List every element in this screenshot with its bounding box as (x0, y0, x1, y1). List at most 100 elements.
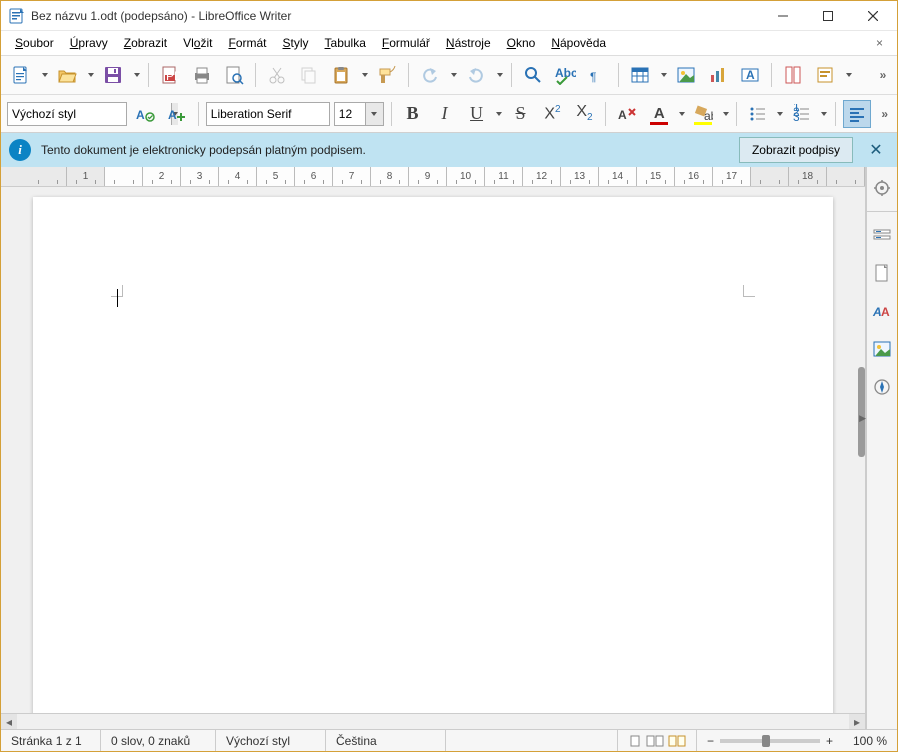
export-pdf-button[interactable]: PDF (156, 61, 184, 89)
print-button[interactable] (188, 61, 216, 89)
doc-close-icon[interactable]: × (868, 33, 891, 53)
close-button[interactable] (850, 1, 895, 30)
spellcheck-button[interactable]: Abc (551, 61, 579, 89)
menu-nápověda[interactable]: Nápověda (543, 33, 614, 53)
zoom-knob[interactable] (762, 735, 770, 747)
update-style-button[interactable]: A (131, 100, 159, 128)
insert-field-dropdown[interactable] (844, 73, 853, 77)
vertical-scrollbar[interactable]: ▶ (865, 167, 866, 729)
status-page[interactable]: Stránka 1 z 1 (1, 730, 101, 751)
sidebar-styles-icon[interactable]: AA (867, 296, 897, 326)
sidebar-gallery-icon[interactable] (867, 334, 897, 364)
view-book-icon[interactable] (668, 734, 686, 748)
font-size-dropdown[interactable] (365, 103, 383, 125)
insert-field-button[interactable] (811, 61, 839, 89)
bullet-list-dropdown[interactable] (777, 112, 784, 116)
save-button[interactable] (99, 61, 127, 89)
sidebar-collapse-icon[interactable]: ▶ (859, 413, 866, 424)
italic-button[interactable]: I (431, 100, 459, 128)
undo-dropdown[interactable] (449, 73, 458, 77)
status-language[interactable]: Čeština (326, 730, 446, 751)
print-preview-button[interactable] (220, 61, 248, 89)
formatting-marks-button[interactable]: ¶ (583, 61, 611, 89)
menu-formát[interactable]: Formát (220, 33, 274, 53)
zoom-value[interactable]: 100 % (853, 734, 887, 748)
menu-okno[interactable]: Okno (499, 33, 544, 53)
menu-tabulka[interactable]: Tabulka (317, 33, 374, 53)
insert-chart-button[interactable] (704, 61, 732, 89)
open-button[interactable] (53, 61, 81, 89)
cut-button[interactable] (263, 61, 291, 89)
menu-styly[interactable]: Styly (275, 33, 317, 53)
menu-soubor[interactable]: Soubor (7, 33, 62, 53)
number-list-button[interactable]: 123 (788, 100, 816, 128)
paragraph-style-combo[interactable] (7, 102, 127, 126)
menu-úpravy[interactable]: Úpravy (62, 33, 116, 53)
paste-dropdown[interactable] (360, 73, 369, 77)
minimize-button[interactable] (760, 1, 805, 30)
view-single-icon[interactable] (628, 734, 642, 748)
find-button[interactable] (519, 61, 547, 89)
scroll-right-icon[interactable]: ▸ (849, 714, 865, 729)
insert-textbox-button[interactable]: A (736, 61, 764, 89)
paste-button[interactable] (327, 61, 355, 89)
menu-zobrazit[interactable]: Zobrazit (116, 33, 175, 53)
horizontal-ruler[interactable]: 123456789101112131415161718 (1, 167, 865, 187)
highlight-dropdown[interactable] (722, 112, 729, 116)
sidebar-settings-icon[interactable] (867, 173, 897, 203)
new-doc-button[interactable] (7, 61, 35, 89)
scroll-left-icon[interactable]: ◂ (1, 714, 17, 729)
clone-format-button[interactable] (373, 61, 401, 89)
menu-vložit[interactable]: Vložit (175, 33, 220, 53)
status-words[interactable]: 0 slov, 0 znaků (101, 730, 216, 751)
copy-button[interactable] (295, 61, 323, 89)
sidebar-navigator-icon[interactable] (867, 372, 897, 402)
infobar-close-icon[interactable]: ✕ (863, 137, 889, 163)
document-canvas[interactable] (1, 187, 865, 713)
open-dropdown[interactable] (86, 73, 95, 77)
new-style-button[interactable]: A (163, 100, 191, 128)
highlight-button[interactable]: ab (689, 100, 717, 128)
font-size-combo[interactable] (334, 102, 384, 126)
status-style[interactable]: Výchozí styl (216, 730, 326, 751)
underline-dropdown[interactable] (496, 112, 503, 116)
font-color-dropdown[interactable] (678, 112, 685, 116)
zoom-in-icon[interactable]: + (826, 734, 833, 748)
superscript-button[interactable]: X2 (538, 100, 566, 128)
save-dropdown[interactable] (132, 73, 141, 77)
sidebar-page-icon[interactable] (867, 258, 897, 288)
font-name-combo[interactable] (206, 102, 330, 126)
underline-button[interactable]: U (463, 100, 491, 128)
page[interactable] (33, 197, 833, 713)
align-left-button[interactable] (843, 100, 871, 128)
menu-nástroje[interactable]: Nástroje (438, 33, 499, 53)
maximize-button[interactable] (805, 1, 850, 30)
bold-button[interactable]: B (399, 100, 427, 128)
redo-button[interactable] (462, 61, 490, 89)
show-signatures-button[interactable]: Zobrazit podpisy (739, 137, 853, 163)
bullet-list-button[interactable] (744, 100, 772, 128)
toolbar2-overflow-icon[interactable]: » (879, 107, 891, 121)
insert-table-dropdown[interactable] (659, 73, 668, 77)
zoom-slider[interactable] (720, 739, 820, 743)
redo-dropdown[interactable] (495, 73, 504, 77)
number-list-dropdown[interactable] (821, 112, 828, 116)
view-mode-buttons[interactable] (618, 730, 697, 751)
insert-table-button[interactable] (626, 61, 654, 89)
subscript-button[interactable]: X2 (570, 100, 598, 128)
clear-format-button[interactable]: A (613, 100, 641, 128)
horizontal-scrollbar[interactable]: ◂ ▸ (1, 713, 865, 729)
font-color-button[interactable]: A (645, 100, 673, 128)
toolbar-overflow-icon[interactable]: » (875, 68, 891, 82)
new-doc-dropdown[interactable] (40, 73, 49, 77)
font-size-input[interactable] (335, 103, 365, 125)
menu-formulář[interactable]: Formulář (374, 33, 438, 53)
view-multi-icon[interactable] (646, 734, 664, 748)
scroll-thumb[interactable] (858, 367, 865, 457)
undo-button[interactable] (416, 61, 444, 89)
zoom-out-icon[interactable]: − (707, 734, 714, 748)
insert-image-button[interactable] (672, 61, 700, 89)
sidebar-properties-icon[interactable] (867, 220, 897, 250)
page-break-button[interactable] (779, 61, 807, 89)
strike-button[interactable]: S (506, 100, 534, 128)
